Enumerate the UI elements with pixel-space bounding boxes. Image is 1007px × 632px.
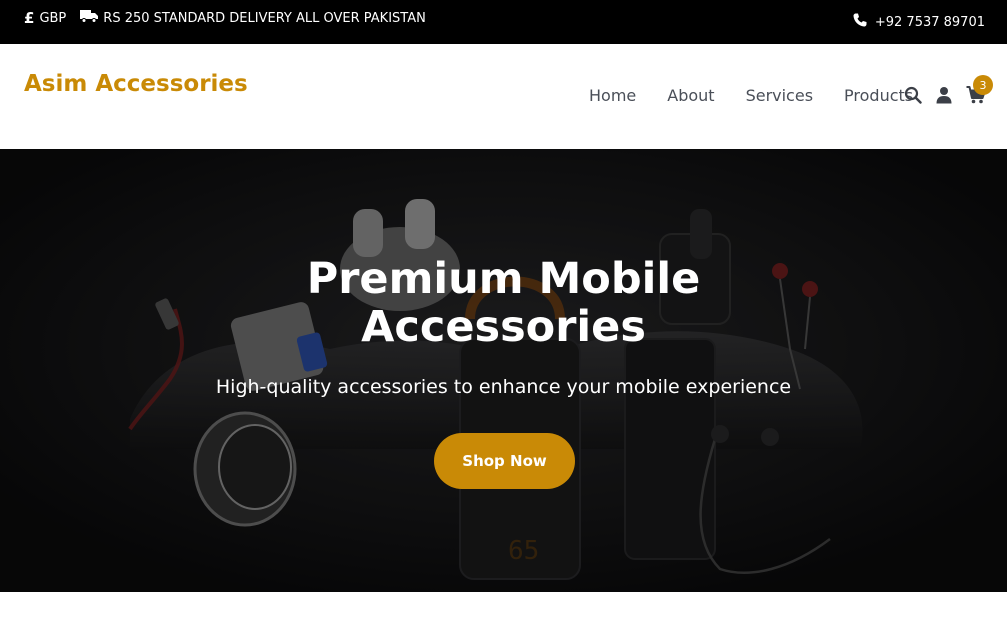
truck-icon bbox=[80, 9, 99, 27]
cart-button[interactable]: 3 bbox=[966, 75, 993, 108]
pound-icon: £ bbox=[24, 9, 35, 27]
hero-background-image: 65 bbox=[0, 149, 1007, 592]
hero-banner: 65 Premium Mobile Accessories High-quali… bbox=[0, 149, 1007, 592]
site-header: Asim Accessories Home About Services Pro… bbox=[0, 44, 1007, 149]
nav-products[interactable]: Products bbox=[844, 86, 913, 105]
brand-logo[interactable]: Asim Accessories bbox=[24, 71, 248, 97]
shop-now-button[interactable]: Shop Now bbox=[434, 433, 575, 489]
content-area bbox=[0, 592, 1007, 632]
currency-label: GBP bbox=[39, 10, 67, 26]
hero-title-line-2: Accessories bbox=[361, 302, 646, 352]
search-icon[interactable] bbox=[904, 86, 922, 108]
main-nav: Home About Services Products bbox=[589, 86, 913, 105]
currency-selector[interactable]: £ GBP bbox=[24, 9, 66, 27]
phone-number: +92 7537 89701 bbox=[874, 14, 985, 30]
delivery-notice: RS 250 STANDARD DELIVERY ALL OVER PAKIST… bbox=[80, 9, 426, 27]
delivery-text: RS 250 STANDARD DELIVERY ALL OVER PAKIST… bbox=[103, 10, 426, 26]
phone-icon bbox=[853, 13, 867, 31]
nav-about[interactable]: About bbox=[667, 86, 714, 105]
user-icon[interactable] bbox=[936, 86, 952, 108]
nav-services[interactable]: Services bbox=[746, 86, 813, 105]
nav-home[interactable]: Home bbox=[589, 86, 636, 105]
hero-title-line-1: Premium Mobile bbox=[306, 254, 701, 304]
cart-count-badge: 3 bbox=[973, 75, 993, 95]
hero-title: Premium Mobile Accessories bbox=[0, 255, 1007, 351]
hero-subtitle: High-quality accessories to enhance your… bbox=[215, 376, 792, 398]
top-announcement-bar: £ GBP RS 250 STANDARD DELIVERY ALL OVER … bbox=[0, 0, 1007, 44]
contact-phone[interactable]: +92 7537 89701 bbox=[853, 13, 985, 31]
